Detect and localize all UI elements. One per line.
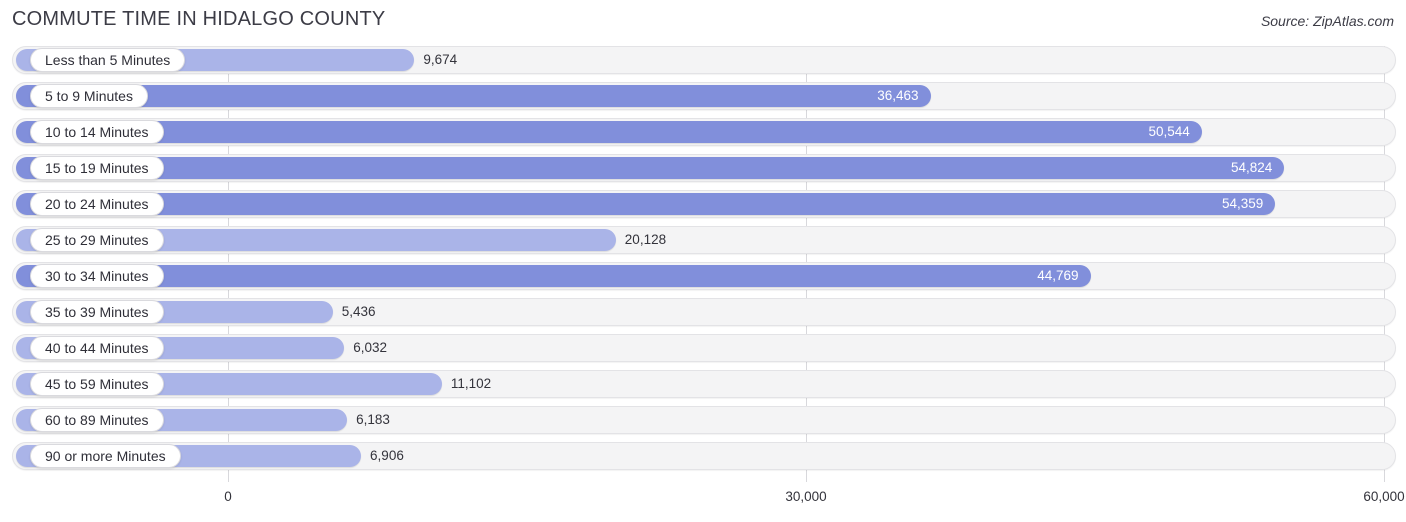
category-label-pill: 10 to 14 Minutes xyxy=(30,120,164,144)
bar-value-label: 54,359 xyxy=(1222,196,1264,212)
bar-rows: Less than 5 Minutes 9,674 5 to 9 Minutes 36… xyxy=(0,46,1406,482)
bar[interactable] xyxy=(16,265,1091,287)
category-label-pill: Less than 5 Minutes xyxy=(30,48,186,72)
bar-value-label: 20,128 xyxy=(624,232,667,248)
bar-value-label: 36,463 xyxy=(877,88,919,104)
bar-value-label: 5,436 xyxy=(341,304,376,320)
category-label-pill: 40 to 44 Minutes xyxy=(30,336,164,360)
category-label: 25 to 29 Minutes xyxy=(45,232,149,248)
chart-header: COMMUTE TIME IN HIDALGO COUNTY Source: Z… xyxy=(0,0,1406,44)
bar-value-label: 6,906 xyxy=(370,448,404,464)
x-axis: 0 30,000 60,000 xyxy=(0,484,1406,522)
category-label-pill: 90 or more Minutes xyxy=(30,444,181,468)
bar-value-label: 6,032 xyxy=(353,340,387,356)
category-label-pill: 25 to 29 Minutes xyxy=(30,228,164,252)
bar[interactable] xyxy=(16,121,1202,143)
axis-tick-label: 0 xyxy=(224,489,232,504)
bar-value-label: 9,674 xyxy=(423,52,458,68)
category-label: 45 to 59 Minutes xyxy=(45,376,149,392)
category-label: 30 to 34 Minutes xyxy=(45,268,149,284)
bar-value-label: 50,544 xyxy=(1148,124,1190,140)
plot-area: Less than 5 Minutes 9,674 5 to 9 Minutes 36… xyxy=(0,46,1406,482)
category-label-pill: 15 to 19 Minutes xyxy=(30,156,164,180)
category-label: 20 to 24 Minutes xyxy=(45,196,149,212)
bar[interactable] xyxy=(16,157,1285,179)
page-title: COMMUTE TIME IN HIDALGO COUNTY xyxy=(12,8,386,30)
category-label: 35 to 39 Minutes xyxy=(45,304,149,320)
axis-tick-label: 60,000 xyxy=(1363,489,1405,504)
bar[interactable] xyxy=(16,193,1276,215)
category-label: Less than 5 Minutes xyxy=(45,52,171,68)
chart-container: COMMUTE TIME IN HIDALGO COUNTY Source: Z… xyxy=(0,0,1406,522)
category-label: 15 to 19 Minutes xyxy=(45,160,149,176)
axis-tick-label: 30,000 xyxy=(785,489,827,504)
category-label: 10 to 14 Minutes xyxy=(45,124,149,140)
bar-value-label: 11,102 xyxy=(450,376,492,392)
category-label-pill: 35 to 39 Minutes xyxy=(30,300,164,324)
category-label: 60 to 89 Minutes xyxy=(45,412,149,428)
bar-value-label: 54,824 xyxy=(1230,160,1273,176)
category-label-pill: 5 to 9 Minutes xyxy=(30,84,148,108)
source-attribution: Source: ZipAtlas.com xyxy=(1260,13,1394,29)
bar-value-label: 6,183 xyxy=(356,412,390,428)
bar[interactable] xyxy=(16,85,931,107)
category-label-pill: 45 to 59 Minutes xyxy=(30,372,164,396)
category-label: 5 to 9 Minutes xyxy=(45,88,133,104)
bar-value-label: 44,769 xyxy=(1037,268,1079,284)
category-label: 40 to 44 Minutes xyxy=(45,340,149,356)
category-label: 90 or more Minutes xyxy=(45,448,166,464)
category-label-pill: 20 to 24 Minutes xyxy=(30,192,164,216)
category-label-pill: 60 to 89 Minutes xyxy=(30,408,164,432)
category-label-pill: 30 to 34 Minutes xyxy=(30,264,164,288)
